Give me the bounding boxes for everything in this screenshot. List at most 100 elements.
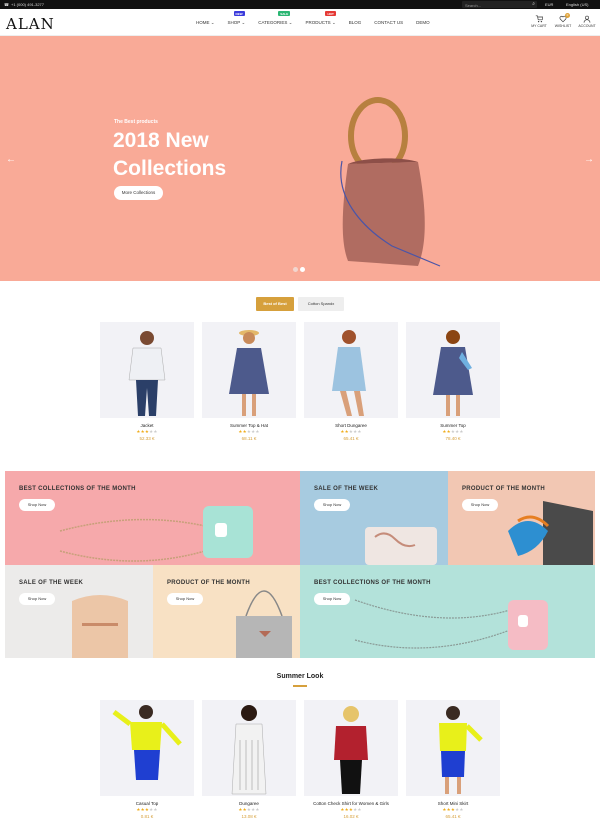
model-image xyxy=(334,706,368,794)
search-icon[interactable]: ⌕ xyxy=(532,1,535,7)
section-underline xyxy=(293,685,307,687)
product-image[interactable] xyxy=(100,322,194,418)
product-tabs: Best of Best Cotton Spandx xyxy=(256,297,344,311)
product-name[interactable]: Summer Top & Hat xyxy=(202,423,296,428)
wishlist-label: WISHLIST xyxy=(554,24,572,28)
product-price: 13.08 € xyxy=(241,814,257,819)
model-image xyxy=(332,330,366,416)
arrow-right-icon[interactable]: → xyxy=(584,154,594,165)
search-input[interactable]: Search... ⌕ xyxy=(462,1,537,8)
shop-now-button[interactable]: Shop Now xyxy=(462,499,498,511)
rating-stars: ★★★★★ xyxy=(442,807,464,812)
section-title-summer-look: Summer Look xyxy=(276,673,324,680)
product-card[interactable]: Short Mini Skirt ★★★★★ 65.41 € xyxy=(406,700,500,819)
model-image xyxy=(128,331,166,416)
shop-now-button[interactable]: Shop Now xyxy=(167,593,203,605)
nav-blog[interactable]: BLOG xyxy=(349,20,362,26)
product-card[interactable]: Short Dungaree ★★★★★ 65.41 € xyxy=(304,322,398,441)
product-image[interactable] xyxy=(100,700,194,796)
product-image[interactable] xyxy=(202,322,296,418)
product-image[interactable] xyxy=(304,322,398,418)
product-grid-top: Jacket ★★★★★ 52.33 € Summer Top & Hat ★★… xyxy=(100,322,500,441)
printed-bag-image xyxy=(365,527,437,565)
product-card[interactable]: Dungaree ★★★★★ 13.08 € xyxy=(202,700,296,819)
header-icons: MY CART 0 WISHLIST ACCOUNT xyxy=(530,13,596,28)
product-image[interactable] xyxy=(406,700,500,796)
model-image xyxy=(433,330,473,416)
product-card[interactable]: Jacket ★★★★★ 52.33 € xyxy=(100,322,194,441)
banner-collections-2[interactable]: BEST COLLECTIONS OF THE MONTH Shop Now xyxy=(300,565,595,658)
slide-dot-active[interactable] xyxy=(300,267,305,272)
banner-title: SALE OF THE WEEK xyxy=(314,486,379,492)
hero-title: 2018 New Collections xyxy=(113,129,227,180)
nav-badge-new: NEW xyxy=(233,11,245,16)
product-name[interactable]: Summer Top xyxy=(406,423,500,428)
nav-categories[interactable]: CATEGORIES ⌄ SALE xyxy=(258,11,292,26)
nav-demo[interactable]: DEMO xyxy=(416,20,430,26)
banner-sale-1[interactable]: SALE OF THE WEEK Shop Now xyxy=(300,471,448,565)
rating-stars: ★★★★★ xyxy=(340,807,362,812)
product-price: 52.33 € xyxy=(139,436,155,441)
banner-sale-2[interactable]: SALE OF THE WEEK Shop Now xyxy=(5,565,153,658)
banner-product-1[interactable]: PRODUCT OF THE MONTH Shop Now xyxy=(448,471,595,565)
product-name[interactable]: Dungaree xyxy=(202,801,296,806)
product-price: 78.40 € xyxy=(445,436,461,441)
product-image[interactable] xyxy=(202,700,296,796)
hero-dots xyxy=(293,267,305,272)
product-card[interactable]: Summer Top ★★★★★ 78.40 € xyxy=(406,322,500,441)
more-collections-button[interactable]: More Collections xyxy=(114,186,163,200)
card-holder-image xyxy=(72,595,128,658)
shop-now-button[interactable]: Shop Now xyxy=(19,593,55,605)
nav-products[interactable]: PRODUCTS ⌄ HOT xyxy=(305,11,336,26)
arrow-left-icon[interactable]: ← xyxy=(6,154,16,165)
slide-dot[interactable] xyxy=(293,267,298,272)
tab-cotton-spandx[interactable]: Cotton Spandx xyxy=(298,297,344,311)
scarf-bag-image xyxy=(508,501,593,565)
search-placeholder: Search... xyxy=(465,2,482,8)
banner-product-2[interactable]: PRODUCT OF THE MONTH Shop Now xyxy=(153,565,300,658)
cart-icon xyxy=(535,15,543,23)
product-name[interactable]: Jacket xyxy=(100,423,194,428)
product-name[interactable]: Casual Top xyxy=(100,801,194,806)
shop-now-button[interactable]: Shop Now xyxy=(19,499,55,511)
hero-bag-image xyxy=(340,97,441,267)
product-name[interactable]: Short Mini Skirt xyxy=(406,801,500,806)
product-card[interactable]: Casual Top ★★★★★ 0.81 € xyxy=(100,700,194,819)
model-image xyxy=(439,706,483,794)
product-image[interactable] xyxy=(304,700,398,796)
shop-now-button[interactable]: Shop Now xyxy=(314,499,350,511)
rating-stars: ★★★★★ xyxy=(136,807,158,812)
banner-collections-1[interactable]: BEST COLLECTIONS OF THE MONTH Shop Now xyxy=(5,471,300,565)
rating-stars: ★★★★★ xyxy=(442,429,464,434)
banner-title: SALE OF THE WEEK xyxy=(19,580,84,586)
shop-now-button[interactable]: Shop Now xyxy=(314,593,350,605)
nav-contact[interactable]: CONTACT US xyxy=(374,20,403,26)
rating-stars: ★★★★★ xyxy=(238,807,260,812)
nav-home[interactable]: HOME ⌄ xyxy=(196,20,215,26)
user-icon xyxy=(583,15,591,23)
model-image xyxy=(229,330,269,416)
currency-select[interactable]: EUR xyxy=(545,2,553,7)
banner-title: BEST COLLECTIONS OF THE MONTH xyxy=(314,580,431,586)
cart-button[interactable]: MY CART xyxy=(530,15,548,28)
model-image xyxy=(112,705,182,780)
product-card[interactable]: Summer Top & Hat ★★★★★ 68.11 € xyxy=(202,322,296,441)
wishlist-button[interactable]: 0 WISHLIST xyxy=(554,13,572,28)
product-name[interactable]: Cotton Check Shirt for Women & Girls xyxy=(304,801,398,806)
language-select[interactable]: English (US) xyxy=(566,2,588,7)
top-bar: ☎ +1 (000) 491-3277 Search... ⌕ EUR Engl… xyxy=(0,0,600,9)
product-image[interactable] xyxy=(406,322,500,418)
account-button[interactable]: ACCOUNT xyxy=(578,15,596,28)
phone-info: ☎ +1 (000) 491-3277 xyxy=(4,2,44,7)
nav-shop[interactable]: SHOP ⌄ NEW xyxy=(228,11,245,26)
logo[interactable]: ALAN xyxy=(6,15,55,33)
main-nav: HOME ⌄ SHOP ⌄ NEW CATEGORIES ⌄ SALE PRODUC… xyxy=(196,11,443,26)
product-price: 68.11 € xyxy=(241,436,257,441)
phone-icon: ☎ xyxy=(4,2,9,7)
bag-chain-image xyxy=(59,506,253,562)
product-name[interactable]: Short Dungaree xyxy=(304,423,398,428)
account-label: ACCOUNT xyxy=(578,24,596,28)
hero-slider: The Best products 2018 New Collections M… xyxy=(0,36,600,281)
tab-best-of-best[interactable]: Best of Best xyxy=(256,297,294,311)
product-card[interactable]: Cotton Check Shirt for Women & Girls ★★★… xyxy=(304,700,398,819)
